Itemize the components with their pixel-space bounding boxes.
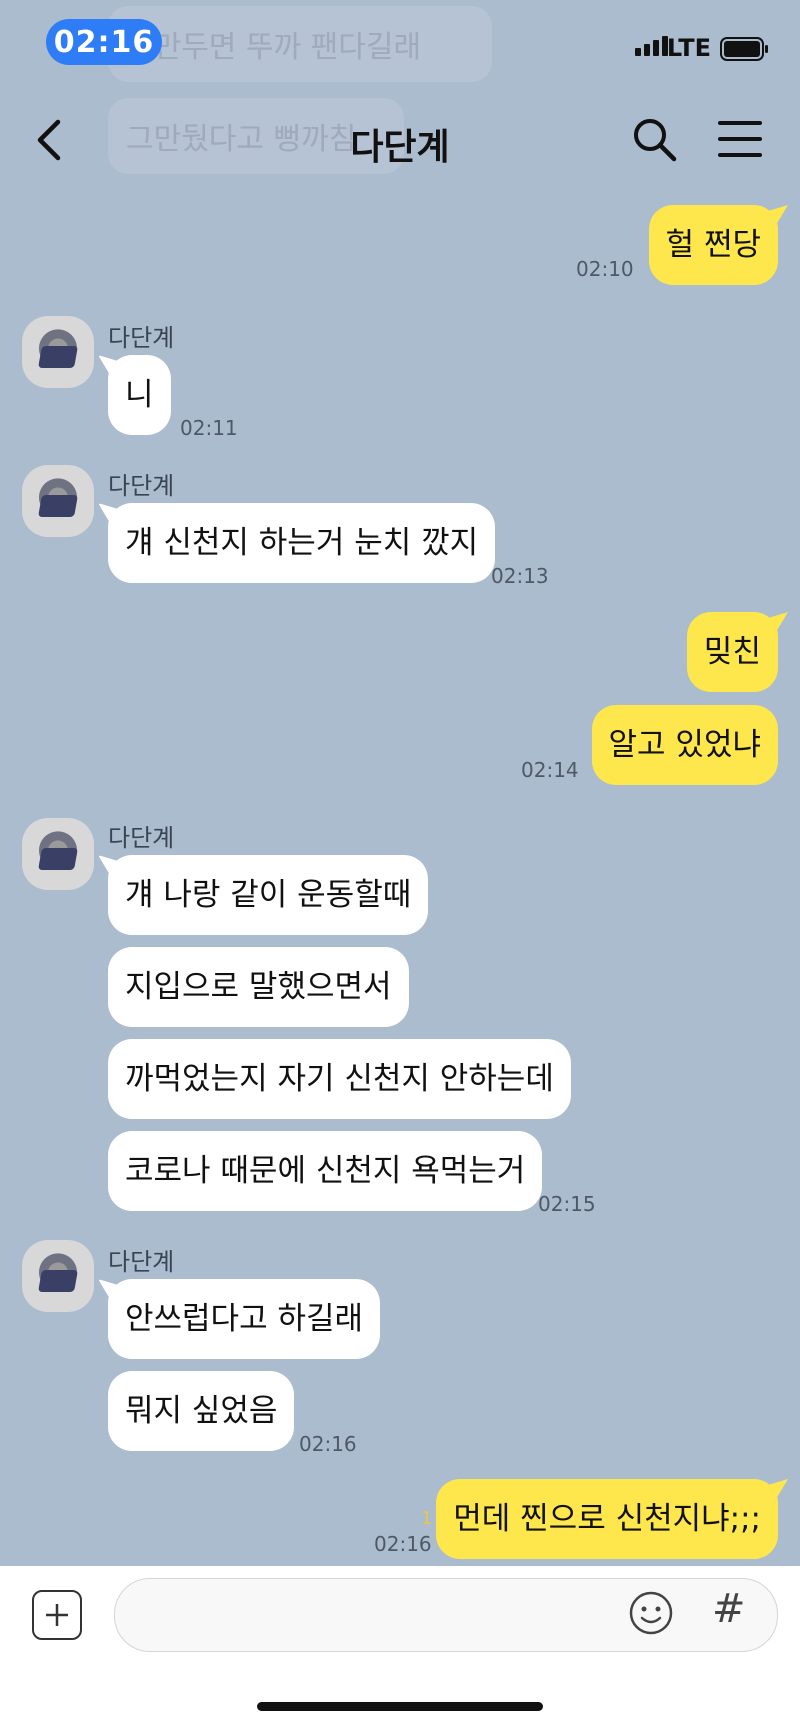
- message-time: 02:10: [576, 257, 634, 281]
- search-icon[interactable]: [630, 115, 678, 163]
- message-incoming[interactable]: 안쓰럽다고 하길래: [108, 1279, 381, 1359]
- message-time: 02:13: [491, 564, 549, 588]
- message-incoming[interactable]: 걔 신천지 하는거 눈치 깠지: [108, 503, 496, 583]
- message-time: 02:11: [180, 416, 238, 440]
- message-outgoing[interactable]: 먼데 찐으로 신천지냐;;;: [436, 1479, 778, 1559]
- message-outgoing[interactable]: 헐 쩐당: [648, 205, 778, 285]
- hash-icon[interactable]: #: [712, 1586, 746, 1632]
- unread-count: 1: [421, 1508, 433, 1529]
- avatar[interactable]: [22, 818, 94, 890]
- message-incoming[interactable]: 코로나 때문에 신천지 욕먹는거: [108, 1131, 543, 1211]
- ghost-notification-1: 그만두면 뚜까 팬다길래: [108, 6, 492, 82]
- network-label: LTE: [666, 34, 711, 62]
- hamburger-menu-icon[interactable]: [718, 119, 762, 159]
- page-title: 다단계: [350, 127, 450, 168]
- message-time: 02:16: [374, 1532, 432, 1556]
- message-time: 02:15: [538, 1192, 596, 1216]
- message-input[interactable]: [114, 1578, 778, 1652]
- message-outgoing[interactable]: 알고 있었냐: [591, 705, 778, 785]
- status-time: 02:16: [46, 19, 162, 65]
- home-indicator: [257, 1702, 543, 1711]
- message-incoming[interactable]: 니: [108, 355, 171, 435]
- message-incoming[interactable]: 걔 나랑 같이 운동할때: [108, 855, 429, 935]
- avatar[interactable]: [22, 316, 94, 388]
- message-time: 02:16: [299, 1432, 357, 1456]
- plus-icon[interactable]: [32, 1590, 82, 1640]
- sender-name: 다단계: [108, 824, 175, 852]
- message-incoming[interactable]: 지입으로 말했으면서: [108, 947, 409, 1027]
- avatar[interactable]: [22, 465, 94, 537]
- message-incoming[interactable]: 뭐지 싶었음: [108, 1371, 295, 1451]
- sender-name: 다단계: [108, 472, 175, 500]
- emoji-icon[interactable]: [628, 1590, 674, 1636]
- sender-name: 다단계: [108, 324, 175, 352]
- avatar[interactable]: [22, 1240, 94, 1312]
- signal-icon: [635, 36, 668, 56]
- battery-icon: [720, 37, 768, 61]
- message-incoming[interactable]: 까먹었는지 자기 신천지 안하는데: [108, 1039, 571, 1119]
- message-time: 02:14: [521, 758, 579, 782]
- message-outgoing[interactable]: 밎친: [686, 612, 778, 692]
- sender-name: 다단계: [108, 1248, 175, 1276]
